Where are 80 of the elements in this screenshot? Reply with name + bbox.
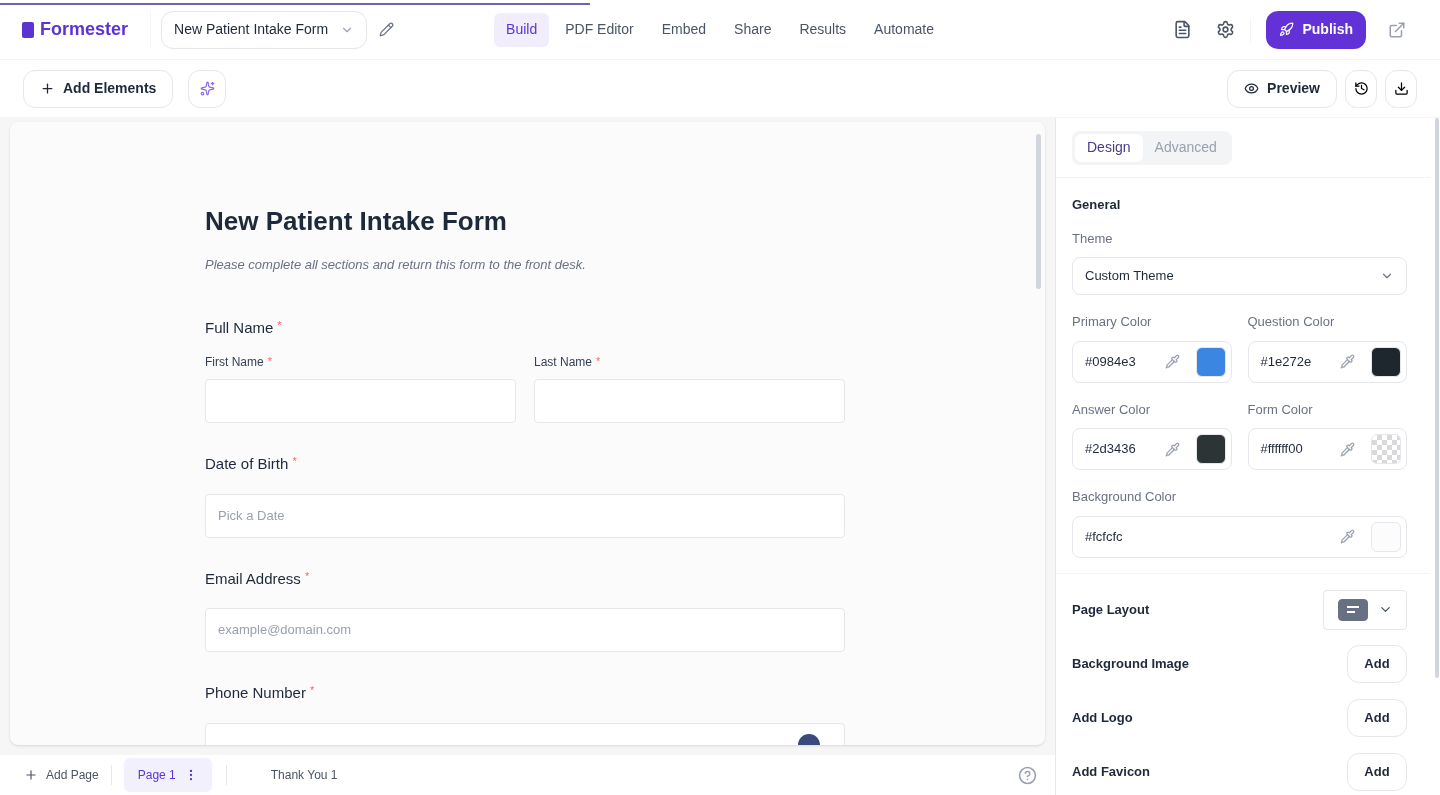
setting-label: Add Favicon	[1072, 762, 1150, 781]
form-name-dropdown[interactable]: New Patient Intake Form	[161, 10, 368, 49]
external-link-icon[interactable]	[1388, 20, 1406, 39]
color-swatch[interactable]	[1195, 434, 1226, 464]
logo-icon	[22, 21, 34, 38]
add-page-button[interactable]: Add Page	[24, 766, 99, 784]
required-mark: *	[304, 568, 310, 584]
document-icon[interactable]	[1173, 20, 1193, 39]
form-title: New Patient Intake Form	[205, 205, 508, 238]
add-button[interactable]: Add	[1347, 698, 1407, 737]
question-label: Date of Birth	[205, 454, 289, 474]
eyedropper-icon[interactable]	[1340, 354, 1355, 369]
eyedropper-icon[interactable]	[1340, 529, 1355, 544]
transparent-swatch[interactable]	[1371, 434, 1401, 464]
required-mark: *	[292, 454, 297, 469]
text-input[interactable]	[534, 379, 845, 423]
color-swatch[interactable]	[1371, 346, 1401, 377]
question-label: Full Name	[205, 317, 274, 338]
history-button[interactable]	[1345, 69, 1377, 108]
download-button[interactable]	[1385, 69, 1417, 108]
question-label: First Name	[205, 354, 264, 371]
text-input[interactable]	[205, 379, 516, 423]
eyedropper-icon[interactable]	[1164, 441, 1180, 457]
publish-button[interactable]: Publish	[1266, 10, 1366, 49]
color-field[interactable]: #1e272e	[1247, 340, 1407, 383]
field-label: Question Color	[1247, 313, 1336, 331]
add-button[interactable]: Add	[1347, 644, 1407, 683]
plus-icon	[24, 768, 38, 782]
add-elements-button[interactable]: Add Elements	[23, 69, 174, 108]
page-tab[interactable]: Page 1	[123, 758, 212, 792]
nav-tab[interactable]: Automate	[862, 12, 947, 47]
color-field[interactable]: #2d3436	[1072, 428, 1232, 470]
color-field[interactable]: #0984e3	[1072, 340, 1232, 383]
field-label: Form Color	[1247, 400, 1314, 419]
required-mark: *	[596, 354, 601, 369]
section-title: General	[1072, 196, 1122, 214]
field-label: Theme	[1072, 229, 1114, 248]
required-mark: *	[267, 354, 272, 369]
rocket-icon	[1279, 22, 1295, 37]
required-mark: *	[309, 683, 315, 698]
panel-tab[interactable]: Design	[1075, 133, 1143, 162]
required-mark: *	[277, 317, 282, 333]
color-field[interactable]: #ffffff00	[1247, 428, 1407, 470]
form-description: Please complete all sections and return this form to the front desk.	[205, 256, 587, 274]
setting-label: Background Image	[1072, 654, 1190, 673]
field-label: Background Color	[1072, 488, 1178, 506]
preview-button[interactable]: Preview	[1227, 69, 1337, 108]
field-label: Answer Color	[1072, 400, 1152, 419]
sparkles-icon	[199, 81, 215, 96]
question-label: Email Address	[205, 568, 301, 589]
color-swatch[interactable]	[1371, 521, 1401, 552]
question-label: Phone Number	[205, 683, 306, 703]
eye-icon	[1244, 81, 1260, 96]
history-icon	[1353, 81, 1369, 96]
color-field[interactable]: #fcfcfc	[1072, 515, 1407, 558]
layout-dropdown[interactable]	[1323, 589, 1407, 630]
download-icon	[1393, 81, 1409, 96]
logo[interactable]: Formester	[40, 16, 129, 43]
theme-dropdown[interactable]: Custom Theme	[1072, 257, 1407, 295]
nav-tab[interactable]: Embed	[649, 12, 719, 47]
page-tab[interactable]: Thank You 1	[256, 758, 352, 792]
field-label: Primary Color	[1072, 313, 1153, 331]
nav-tab[interactable]: PDF Editor	[553, 12, 646, 47]
settings-icon[interactable]	[1216, 20, 1236, 39]
eyedropper-icon[interactable]	[1164, 354, 1180, 369]
plus-icon	[40, 81, 55, 96]
nav-tab[interactable]: Results	[787, 12, 859, 47]
setting-label: Add Logo	[1072, 708, 1133, 727]
layout-icon	[1337, 598, 1368, 621]
ai-button[interactable]	[188, 69, 227, 108]
eyedropper-icon[interactable]	[1340, 441, 1355, 457]
question-label: Last Name	[534, 354, 593, 371]
edit-icon[interactable]	[379, 22, 395, 37]
add-button[interactable]: Add	[1347, 752, 1407, 791]
color-swatch[interactable]	[1195, 346, 1226, 377]
setting-label: Page Layout	[1072, 600, 1150, 619]
nav-tab[interactable]: Build	[494, 12, 550, 47]
help-icon[interactable]	[1018, 765, 1037, 785]
nav-tab[interactable]: Share	[722, 12, 784, 47]
flag-icon[interactable]	[798, 733, 820, 745]
